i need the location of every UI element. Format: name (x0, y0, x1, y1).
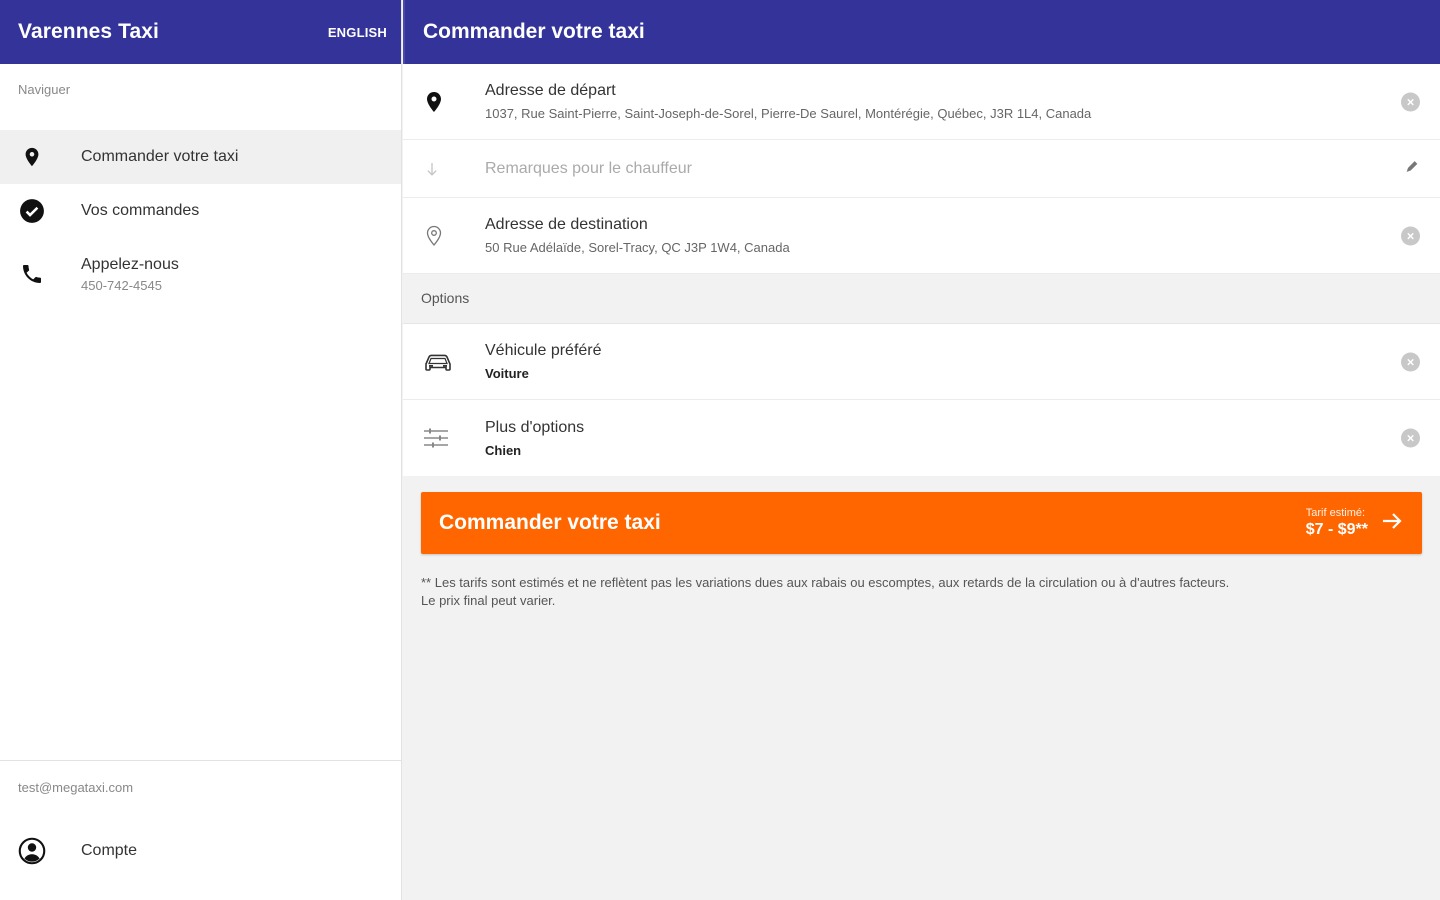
disclaimer-line: Le prix final peut varier. (421, 593, 556, 608)
more-options-text: Plus d'options Chien (485, 419, 1440, 458)
arrow-right-icon (1380, 509, 1404, 538)
nav-item-order-taxi[interactable]: Commander votre taxi (0, 130, 401, 184)
fare-value: $7 - $9** (1305, 521, 1368, 538)
order-panel: Commander votre taxi Adresse de départ 1… (403, 0, 1440, 900)
user-email: test@megataxi.com (18, 780, 134, 795)
sliders-icon (403, 426, 485, 450)
destination-address-value: 50 Rue Adélaïde, Sorel-Tracy, QC J3P 1W4… (485, 240, 790, 255)
location-pin-icon (403, 88, 485, 116)
nav-item-my-orders[interactable]: Vos commandes (0, 184, 401, 238)
pickup-address-value: 1037, Rue Saint-Pierre, Saint-Joseph-de-… (485, 106, 1092, 121)
nav-item-label: Commander votre taxi (81, 148, 239, 165)
destination-address-text: Adresse de destination 50 Rue Adélaïde, … (485, 216, 1440, 255)
nav-item-text: Appelez-nous 450-742-4545 (81, 256, 179, 293)
edit-pencil-icon[interactable] (1404, 158, 1420, 179)
pickup-address-row[interactable]: Adresse de départ 1037, Rue Saint-Pierre… (403, 64, 1440, 140)
drawer-header: Varennes Taxi ENGLISH (0, 0, 401, 64)
nav-section-label: Naviguer (18, 82, 71, 97)
check-circle-icon (18, 197, 46, 225)
options-section-label: Options (403, 274, 1440, 324)
clear-destination-button[interactable]: × (1401, 226, 1420, 245)
preferred-vehicle-value: Voiture (485, 366, 529, 381)
nav-item-label: Appelez-nous (81, 255, 179, 273)
preferred-vehicle-text: Véhicule préféré Voiture (485, 342, 1440, 381)
car-icon (403, 350, 485, 374)
arrow-down-icon (403, 159, 485, 179)
order-taxi-button[interactable]: Commander votre taxi Tarif estimé: $7 - … (421, 492, 1422, 554)
order-button-label: Commander votre taxi (439, 511, 661, 534)
nav-item-label: Vos commandes (81, 202, 200, 219)
fare-label: Tarif estimé: (1305, 507, 1366, 519)
drawer-footer: test@megataxi.com Compte (0, 760, 401, 900)
more-options-value: Chien (485, 442, 522, 458)
phone-icon (18, 260, 46, 288)
more-options-label: Plus d'options (485, 418, 585, 436)
phone-number: 450-742-4545 (81, 277, 162, 293)
more-options-row[interactable]: Plus d'options Chien × (403, 400, 1440, 476)
app-title: Varennes Taxi (18, 20, 159, 43)
preferred-vehicle-row[interactable]: Véhicule préféré Voiture × (403, 324, 1440, 400)
preferred-vehicle-label: Véhicule préféré (485, 342, 602, 359)
clear-pickup-button[interactable]: × (1401, 92, 1420, 111)
pickup-address-label: Adresse de départ (485, 82, 616, 99)
location-pin-outline-icon (403, 222, 485, 250)
navigation-drawer: Varennes Taxi ENGLISH Naviguer Commander… (0, 0, 402, 900)
nav-item-call-us[interactable]: Appelez-nous 450-742-4545 (0, 238, 401, 310)
page-title: Commander votre taxi (423, 20, 645, 43)
driver-notes-row (403, 140, 1440, 198)
fare-disclaimer: ** Les tarifs sont estimés et ne reflète… (421, 574, 1431, 610)
main-header: Commander votre taxi (403, 0, 1440, 64)
account-circle-icon (18, 837, 46, 865)
location-pin-icon (18, 143, 46, 171)
clear-vehicle-button[interactable]: × (1401, 352, 1420, 371)
nav-item-account[interactable]: Compte (0, 825, 401, 877)
account-label: Compte (81, 842, 138, 859)
language-toggle-link[interactable]: ENGLISH (328, 25, 387, 40)
estimated-fare: Tarif estimé: $7 - $9** (1306, 507, 1404, 539)
destination-address-row[interactable]: Adresse de destination 50 Rue Adélaïde, … (403, 198, 1440, 274)
disclaimer-line: ** Les tarifs sont estimés et ne reflète… (421, 575, 1230, 590)
destination-address-label: Adresse de destination (485, 216, 648, 233)
clear-options-button[interactable]: × (1401, 428, 1420, 448)
driver-notes-input[interactable] (485, 159, 1365, 178)
pickup-address-text: Adresse de départ 1037, Rue Saint-Pierre… (485, 82, 1440, 121)
